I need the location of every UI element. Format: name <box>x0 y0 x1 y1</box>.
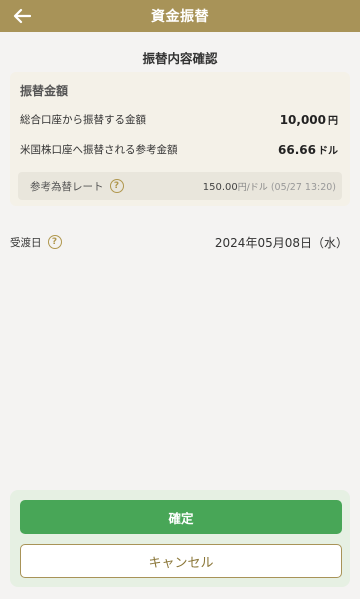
confirm-button[interactable]: 確定 <box>20 500 342 534</box>
settlement-date-row: 受渡日 ? 2024年05月08日（水） <box>10 232 348 252</box>
source-amount-row: 総合口座から振替する金額 10,000 円 <box>20 110 338 128</box>
exchange-rate-box: 参考為替レート ? 150.00円/ドル (05/27 13:20) <box>18 172 342 200</box>
card-title: 振替金額 <box>20 84 69 98</box>
destination-amount-label: 米国株口座へ振替される参考金額 <box>20 143 178 156</box>
destination-amount-value: 66.66 ドル <box>278 142 338 157</box>
help-icon[interactable]: ? <box>109 179 124 193</box>
settlement-date-value: 2024年05月08日（水） <box>214 235 348 250</box>
arrow-left-icon <box>13 8 31 24</box>
settlement-date-label: 受渡日 ? <box>10 235 62 250</box>
page-title: 資金振替 <box>151 9 209 25</box>
help-icon[interactable]: ? <box>47 235 62 249</box>
source-amount-label: 総合口座から振替する金額 <box>20 113 146 126</box>
back-button[interactable] <box>10 4 34 28</box>
section-title: 振替内容確認 <box>142 51 218 66</box>
cancel-button[interactable]: キャンセル <box>20 544 342 578</box>
app-header: 資金振替 <box>0 0 360 32</box>
action-footer: 確定 キャンセル <box>10 490 350 587</box>
destination-amount-row: 米国株口座へ振替される参考金額 66.66 ドル <box>20 140 338 158</box>
exchange-rate-value: 150.00円/ドル (05/27 13:20) <box>202 181 336 193</box>
exchange-rate-label: 参考為替レート <box>30 180 104 193</box>
source-amount-value: 10,000 円 <box>279 112 338 127</box>
transfer-amount-card: 振替金額 総合口座から振替する金額 10,000 円 米国株口座へ振替される参考金… <box>10 72 350 206</box>
